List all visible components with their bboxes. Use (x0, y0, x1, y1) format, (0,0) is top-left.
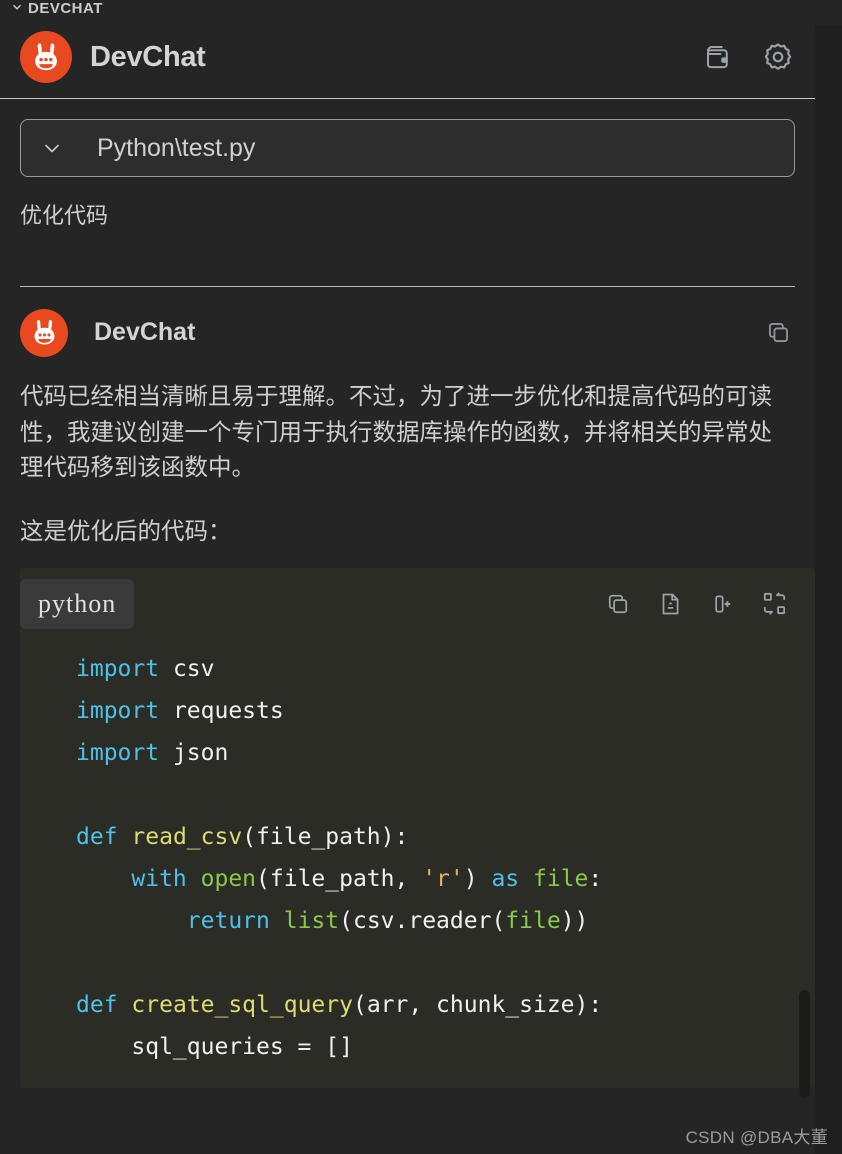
code-block: python import csv import requests import… (20, 567, 815, 1088)
insert-to-file-button[interactable] (655, 589, 685, 619)
assistant-message: DevChat 代码已经相当清晰且易于理解。不过，为了进一步优化和提高代码的可读… (0, 287, 815, 550)
assistant-paragraph: 代码已经相当清晰且易于理解。不过，为了进一步优化和提高代码的可读性，我建议创建一… (20, 382, 772, 481)
file-selector[interactable]: Python\test.py (20, 119, 795, 177)
app-header: DevChat (0, 16, 815, 98)
devchat-rabbit-logo (20, 308, 68, 357)
section-title: DEVCHAT (28, 0, 103, 16)
wallet-button[interactable] (701, 40, 735, 74)
new-file-button[interactable] (707, 589, 737, 619)
brand: DevChat (20, 31, 206, 83)
assistant-message-header: DevChat (20, 287, 795, 379)
code-language-badge: python (20, 578, 135, 629)
code-content[interactable]: import csv import requests import json d… (20, 640, 815, 1068)
copy-code-button[interactable] (603, 589, 633, 619)
copy-message-button[interactable] (761, 316, 795, 350)
assistant-message-body: 代码已经相当清晰且易于理解。不过，为了进一步优化和提高代码的可读性，我建议创建一… (20, 379, 795, 550)
user-message: 优化代码 (20, 203, 109, 228)
file-selector-value: Python\test.py (97, 133, 256, 162)
header-actions (701, 40, 795, 74)
devchat-rabbit-logo (20, 31, 72, 83)
panel-scrollbar[interactable] (793, 0, 815, 1154)
scrollbar-thumb[interactable] (799, 990, 810, 1098)
code-block-header: python (20, 568, 815, 640)
editor-edge-strip (815, 0, 842, 1154)
chevron-down-icon[interactable] (37, 136, 67, 160)
assistant-name: DevChat (94, 318, 196, 347)
devchat-panel: DEVCHAT DevChat Python\test.py 优化代码 DevC… (0, 0, 815, 1154)
view-diff-button[interactable] (759, 589, 789, 619)
brand-name: DevChat (90, 40, 206, 73)
assistant-paragraph: 这是优化后的代码： (20, 517, 232, 544)
settings-button[interactable] (761, 40, 795, 74)
chevron-down-icon[interactable] (8, 0, 26, 16)
section-header-devchat[interactable]: DEVCHAT (0, 0, 815, 16)
editor-edge-strip-top (815, 0, 842, 26)
code-block-actions (603, 589, 789, 619)
file-selector-wrap: Python\test.py (0, 99, 815, 177)
